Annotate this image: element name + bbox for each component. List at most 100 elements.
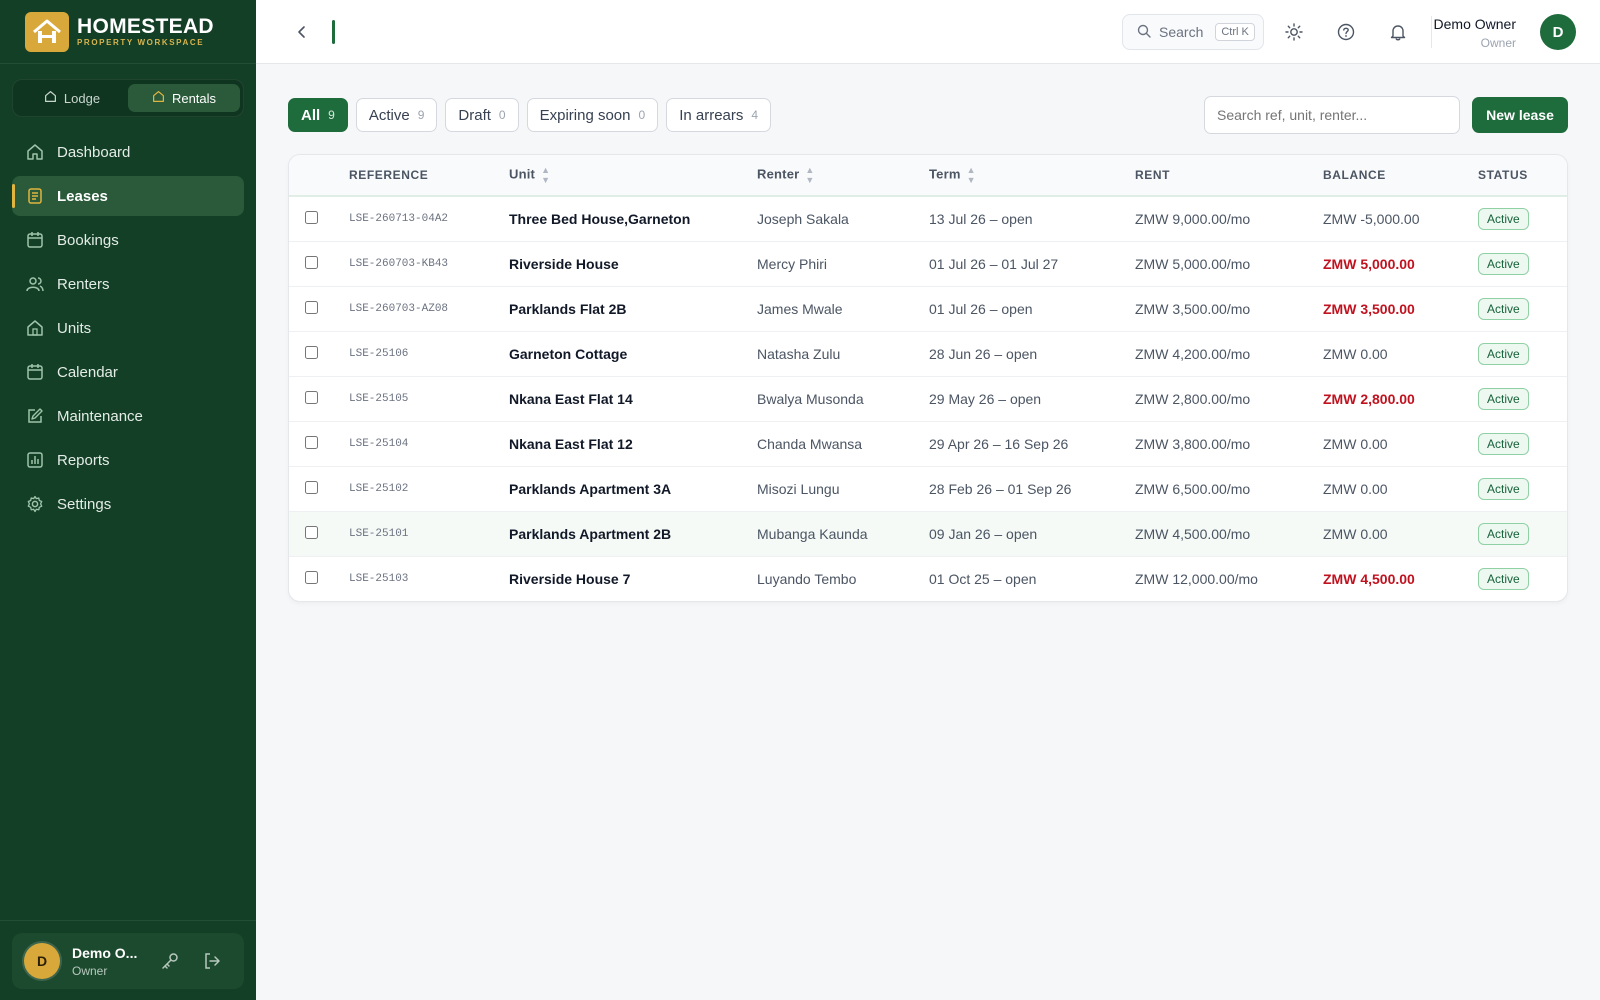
status-badge: Active <box>1478 522 1529 545</box>
filter-active[interactable]: Active 9 <box>355 98 438 132</box>
row-checkbox[interactable] <box>305 435 318 449</box>
lease-term: 29 Apr 26 – 16 Sep 26 <box>929 435 1069 452</box>
lease-renter: Chanda Mwansa <box>757 435 863 452</box>
lease-status: Active <box>1478 556 1567 601</box>
table-row[interactable]: LSE-260703-KB43 Riverside House Mercy Phir… <box>289 241 1567 286</box>
top-user-info[interactable]: Demo Owner Owner <box>1434 16 1516 50</box>
lease-balance: ZMW -5,000.00 <box>1323 210 1420 227</box>
logout-icon[interactable] <box>202 951 222 971</box>
sidebar-user-card[interactable]: D Demo O... Owner <box>12 933 244 989</box>
table-row[interactable]: LSE-260713-04A2 Three Bed House,Garneton J… <box>289 196 1567 241</box>
sort-icon: ▲ ▼ <box>966 165 976 185</box>
lease-rent: ZMW 5,000.00/mo <box>1135 255 1251 272</box>
sidebar-item-renters[interactable]: Renters <box>12 264 244 304</box>
filter-count: 4 <box>751 108 759 122</box>
row-checkbox[interactable] <box>305 480 318 494</box>
row-checkbox[interactable] <box>305 390 318 404</box>
lease-balance: ZMW 0.00 <box>1323 435 1388 452</box>
gear-icon <box>26 495 44 513</box>
sidebar-item-leases[interactable]: Leases <box>12 176 244 216</box>
sidebar-item-settings[interactable]: Settings <box>12 484 244 524</box>
sidebar-item-reports[interactable]: Reports <box>12 440 244 480</box>
lease-rent: ZMW 4,500.00/mo <box>1135 525 1251 542</box>
lease-unit: Garneton Cottage <box>509 345 628 362</box>
row-checkbox[interactable] <box>305 570 318 584</box>
table-row[interactable]: LSE-25105 Nkana East Flat 14 Bwalya Musond… <box>289 376 1567 421</box>
row-select-cell <box>289 511 349 556</box>
lease-term: 28 Feb 26 – 01 Sep 26 <box>929 480 1072 497</box>
row-select-cell <box>289 466 349 511</box>
row-select-cell <box>289 331 349 376</box>
row-checkbox[interactable] <box>305 300 318 314</box>
sidebar-item-maintenance[interactable]: Maintenance <box>12 396 244 436</box>
global-search-button[interactable]: Search Ctrl K <box>1122 14 1264 50</box>
mode-rentals-button[interactable]: Rentals <box>128 84 240 112</box>
filter-in-arrears[interactable]: In arrears 4 <box>666 98 772 132</box>
search-shortcut: Ctrl K <box>1215 23 1255 41</box>
lease-renter: Mercy Phiri <box>757 255 828 272</box>
lease-reference: LSE-25103 <box>349 572 409 585</box>
row-checkbox[interactable] <box>305 345 318 359</box>
sidebar-item-label: Bookings <box>57 231 119 249</box>
row-checkbox[interactable] <box>305 255 318 269</box>
lease-unit: Riverside House <box>509 255 619 272</box>
lease-term: 01 Jul 26 – open <box>929 300 1033 317</box>
filter-count: 9 <box>328 108 335 122</box>
mode-lodge-button[interactable]: Lodge <box>16 84 128 112</box>
lease-reference: LSE-25102 <box>349 482 409 495</box>
avatar[interactable]: D <box>1540 14 1576 50</box>
table-row[interactable]: LSE-25106 Garneton Cottage Natasha Zulu 28 … <box>289 331 1567 376</box>
sidebar-item-units[interactable]: Units <box>12 308 244 348</box>
header-term-label: Term <box>929 166 961 182</box>
lease-unit: Parklands Apartment 2B <box>509 525 672 542</box>
table-row[interactable]: LSE-25101 Parklands Apartment 2B Mubanga K… <box>289 511 1567 556</box>
header-renter[interactable]: Renter ▲ ▼ <box>757 155 929 196</box>
brand[interactable]: HOMESTEAD PROPERTY WORKSPACE <box>0 0 256 64</box>
bell-icon[interactable] <box>1388 22 1408 42</box>
document-icon <box>26 187 44 205</box>
new-lease-button[interactable]: New lease <box>1472 97 1568 133</box>
key-icon[interactable] <box>160 951 180 971</box>
lease-renter: Bwalya Musonda <box>757 390 864 407</box>
lease-balance: ZMW 0.00 <box>1323 345 1388 362</box>
lease-rent: ZMW 2,800.00/mo <box>1135 390 1251 407</box>
lease-unit: Parklands Apartment 3A <box>509 480 672 497</box>
lease-search-input[interactable] <box>1204 96 1460 134</box>
chart-icon <box>26 451 44 469</box>
filter-draft[interactable]: Draft 0 <box>445 98 519 132</box>
topbar: Search Ctrl K Demo Owner Owner D <box>256 0 1600 64</box>
table-row[interactable]: LSE-260703-AZ08 Parklands Flat 2B James Mw… <box>289 286 1567 331</box>
lease-reference: LSE-260703-AZ08 <box>349 302 449 315</box>
title-accent-bar <box>332 20 335 44</box>
filter-label: In arrears <box>679 106 744 124</box>
row-checkbox[interactable] <box>305 210 318 224</box>
sidebar-item-dashboard[interactable]: Dashboard <box>12 132 244 172</box>
sidebar-footer: D Demo O... Owner <box>0 920 256 1000</box>
chevron-left-icon[interactable] <box>292 22 312 42</box>
avatar: D <box>24 943 60 979</box>
header-unit[interactable]: Unit ▲ ▼ <box>509 155 757 196</box>
filter-label: Expiring soon <box>539 106 631 124</box>
row-checkbox[interactable] <box>305 525 318 539</box>
lease-term: 28 Jun 26 – open <box>929 345 1038 362</box>
table-row[interactable]: LSE-25104 Nkana East Flat 12 Chanda Mwansa… <box>289 421 1567 466</box>
sidebar-nav: Dashboard Leases Bookings Renters Units … <box>12 132 244 528</box>
filter-all[interactable]: All 9 <box>288 98 348 132</box>
sidebar-user-role: Owner <box>72 963 108 978</box>
sun-icon[interactable] <box>1284 22 1304 42</box>
sidebar-item-label: Units <box>57 319 92 337</box>
lease-status: Active <box>1478 196 1567 241</box>
table-row[interactable]: LSE-25102 Parklands Apartment 3A Misozi Lu… <box>289 466 1567 511</box>
sidebar-item-calendar[interactable]: Calendar <box>12 352 244 392</box>
lease-term: 01 Oct 25 – open <box>929 570 1037 587</box>
sidebar-item-label: Dashboard <box>57 143 131 161</box>
lease-renter: Misozi Lungu <box>757 480 840 497</box>
filter-expiring-soon[interactable]: Expiring soon 0 <box>526 98 659 132</box>
header-term[interactable]: Term ▲ ▼ <box>929 155 1135 196</box>
table-row[interactable]: LSE-25103 Riverside House 7 Luyando Tembo 0… <box>289 556 1567 601</box>
help-icon[interactable] <box>1336 22 1356 42</box>
edit-icon <box>26 407 44 425</box>
sidebar-item-bookings[interactable]: Bookings <box>12 220 244 260</box>
lease-renter: Luyando Tembo <box>757 570 857 587</box>
lease-term: 13 Jul 26 – open <box>929 210 1033 227</box>
